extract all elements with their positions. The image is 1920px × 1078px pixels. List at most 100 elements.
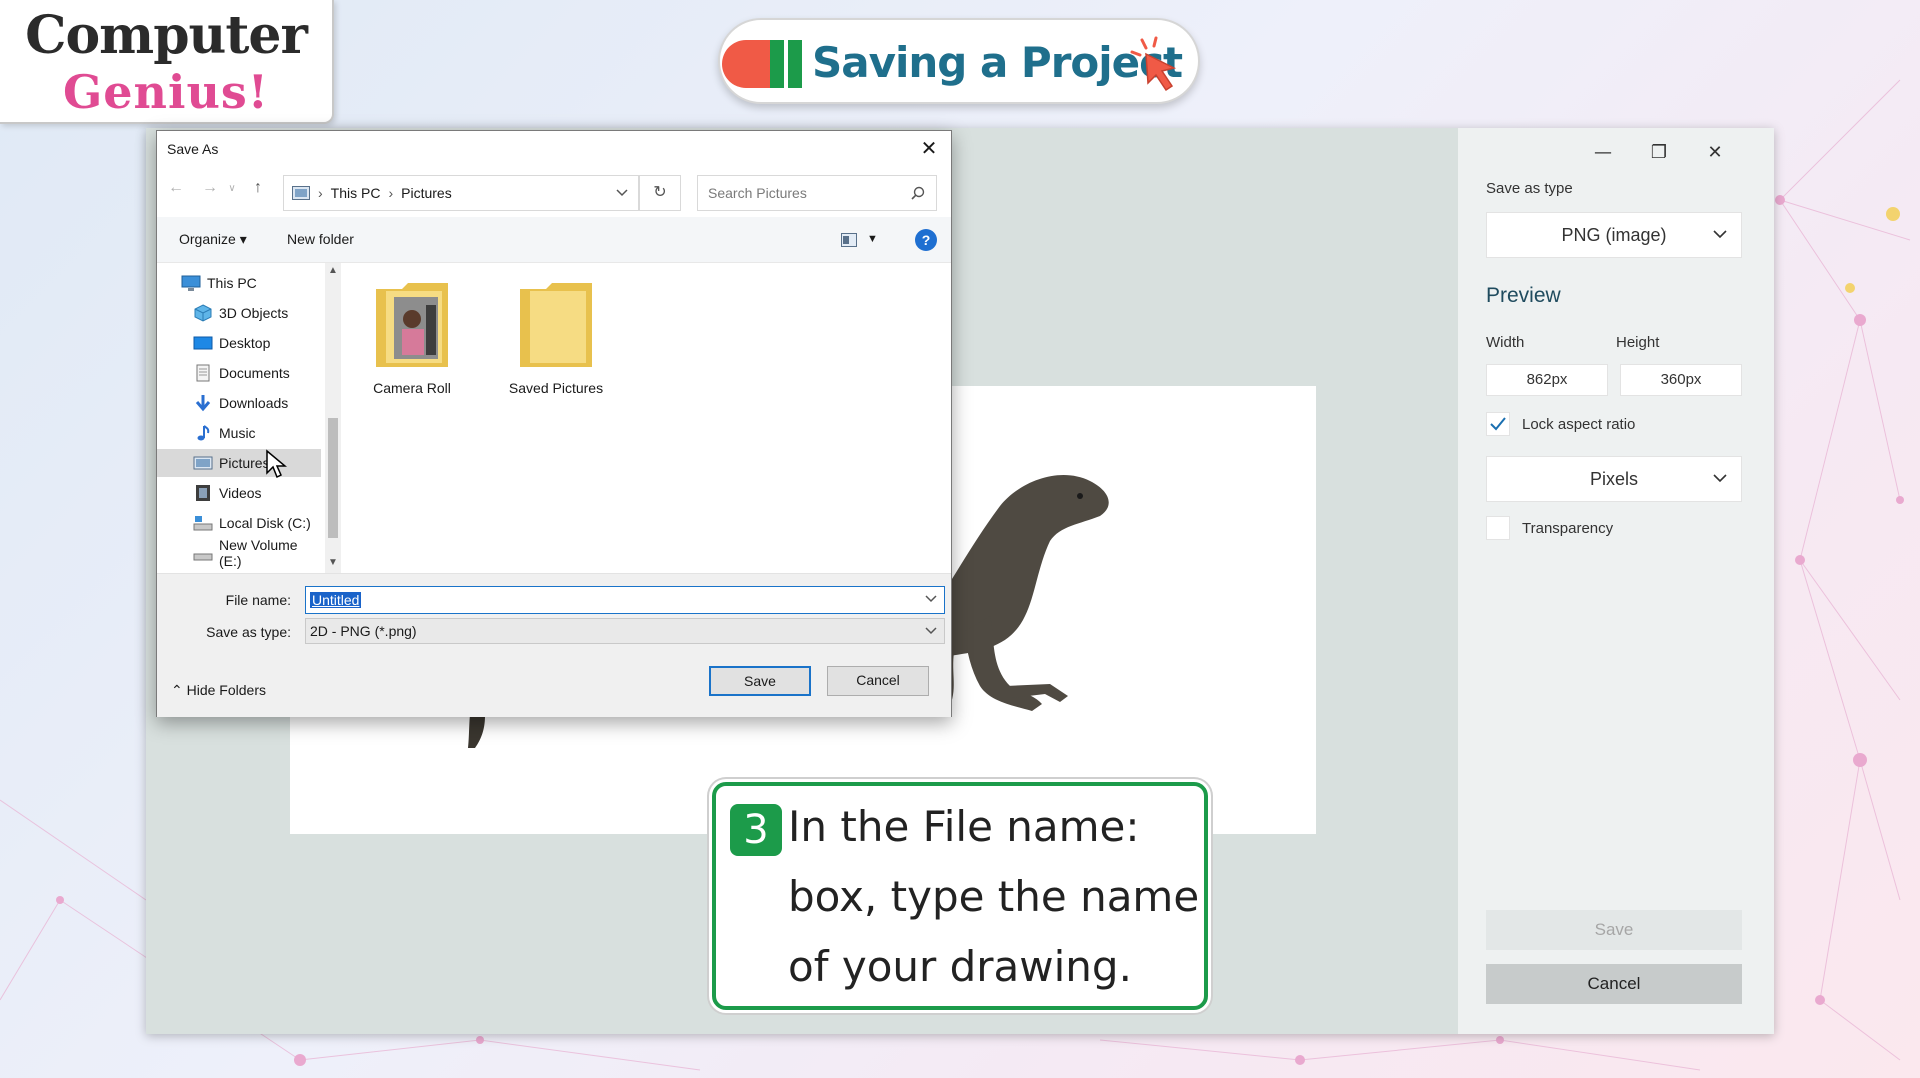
help-icon[interactable]: ? xyxy=(915,229,937,251)
view-options-icon[interactable] xyxy=(841,233,857,247)
transparency-checkbox[interactable] xyxy=(1486,516,1510,540)
back-arrow-icon[interactable]: ← xyxy=(165,179,187,197)
mouse-pointer-icon xyxy=(266,449,287,479)
step-number-badge: 3 xyxy=(730,804,782,856)
file-name-label: File name: xyxy=(225,592,291,608)
panel-cancel-button[interactable]: Cancel xyxy=(1486,964,1742,1004)
hide-folders-toggle[interactable]: ⌃ Hide Folders xyxy=(171,682,266,699)
nav-item-new-volume-e[interactable]: New Volume (E:) xyxy=(157,537,321,569)
nav-label: Pictures xyxy=(219,455,270,471)
organize-button[interactable]: Organize ▾ xyxy=(179,231,247,248)
file-item-saved-pictures[interactable]: Saved Pictures xyxy=(491,271,621,396)
restore-button[interactable]: ❐ xyxy=(1644,138,1674,168)
callout-line-1: In the File name: xyxy=(788,802,1140,851)
scroll-down-icon[interactable]: ▼ xyxy=(328,557,338,568)
save-options-area: File name: Untitled Save as type: 2D - P… xyxy=(157,573,951,717)
save-type-dropdown[interactable]: 2D - PNG (*.png) xyxy=(305,618,945,644)
units-value: Pixels xyxy=(1589,469,1638,489)
computer-genius-logo: Computer Genius! xyxy=(0,0,334,124)
desktop-icon xyxy=(193,336,213,350)
file-label: Saved Pictures xyxy=(508,380,604,396)
address-bar[interactable]: › This PC › Pictures xyxy=(283,175,639,211)
video-icon xyxy=(196,485,210,501)
transparency-label: Transparency xyxy=(1522,520,1614,537)
search-icon[interactable] xyxy=(911,186,925,200)
width-label: Width xyxy=(1486,334,1525,351)
minimize-button[interactable]: — xyxy=(1588,138,1618,168)
dialog-save-button[interactable]: Save xyxy=(709,666,811,696)
nav-item-pictures[interactable]: Pictures xyxy=(157,449,321,477)
nav-label: Music xyxy=(219,425,256,441)
scrollbar-thumb[interactable] xyxy=(328,418,338,538)
refresh-icon[interactable]: ↻ xyxy=(639,175,681,211)
dialog-title: Save As xyxy=(167,141,219,157)
organize-label: Organize xyxy=(179,231,236,247)
save-as-type-dropdown[interactable]: PNG (image) xyxy=(1486,212,1742,258)
file-item-camera-roll[interactable]: Camera Roll xyxy=(347,271,477,396)
dialog-toolbar: Organize ▾ New folder ▼ ? xyxy=(157,217,951,263)
file-name-value: Untitled xyxy=(310,592,362,608)
hide-folders-label: Hide Folders xyxy=(186,682,266,698)
document-icon xyxy=(196,364,210,382)
breadcrumb-separator-icon: › xyxy=(388,185,394,201)
music-icon xyxy=(197,425,210,441)
nav-item-downloads[interactable]: Downloads xyxy=(157,389,321,417)
pictures-icon xyxy=(292,186,310,200)
nav-item-music[interactable]: Music xyxy=(157,419,321,447)
nav-item-documents[interactable]: Documents xyxy=(157,359,321,387)
instruction-callout: 3 In the File name: box, type the name o… xyxy=(712,782,1208,1010)
new-folder-button[interactable]: New folder xyxy=(287,231,354,247)
photo-folder-icon xyxy=(376,283,448,367)
window-close-button[interactable]: ✕ xyxy=(1700,138,1730,168)
nav-label: 3D Objects xyxy=(219,305,289,321)
lock-aspect-checkbox[interactable] xyxy=(1486,412,1510,436)
nav-label: Videos xyxy=(219,485,262,501)
lesson-title-banner: Saving a Project xyxy=(718,18,1200,104)
preview-heading: Preview xyxy=(1486,284,1561,307)
nav-label: Desktop xyxy=(219,335,271,351)
up-arrow-icon[interactable]: ↑ xyxy=(247,179,269,197)
chevron-down-icon[interactable] xyxy=(924,591,938,605)
scroll-up-icon[interactable]: ▲ xyxy=(328,265,338,276)
view-dropdown-chevron-icon[interactable]: ▼ xyxy=(867,233,878,245)
nav-pane-scrollbar[interactable]: ▲ ▼ xyxy=(325,263,341,573)
export-settings-panel: — ❐ ✕ Save as type PNG (image) Preview W… xyxy=(1458,128,1774,1034)
dialog-cancel-button[interactable]: Cancel xyxy=(827,666,929,696)
search-input[interactable]: Search Pictures xyxy=(697,175,937,211)
cube-icon xyxy=(194,304,212,322)
download-icon xyxy=(195,395,211,412)
nav-item-3d-objects[interactable]: 3D Objects xyxy=(157,299,321,327)
checkmark-icon xyxy=(1490,417,1506,431)
file-name-input[interactable]: Untitled xyxy=(305,586,945,614)
width-input[interactable]: 862px xyxy=(1486,364,1608,396)
file-list: Camera Roll Saved Pictures xyxy=(347,271,947,571)
nav-item-local-disk-c[interactable]: Local Disk (C:) xyxy=(157,509,321,537)
title-bar-red xyxy=(722,40,770,88)
height-label: Height xyxy=(1616,334,1660,351)
save-type-value: 2D - PNG (*.png) xyxy=(310,623,417,639)
nav-label: Local Disk (C:) xyxy=(219,515,311,531)
units-dropdown[interactable]: Pixels xyxy=(1486,456,1742,502)
panel-save-button[interactable]: Save xyxy=(1486,910,1742,950)
breadcrumb-pictures[interactable]: Pictures xyxy=(401,185,452,201)
recent-locations-chevron-icon[interactable]: ∨ xyxy=(221,183,243,194)
chevron-down-icon xyxy=(1713,474,1727,483)
forward-arrow-icon[interactable]: → xyxy=(199,179,221,197)
title-bar-green-2 xyxy=(788,40,802,88)
nav-item-videos[interactable]: Videos xyxy=(157,479,321,507)
computer-icon xyxy=(181,275,201,291)
click-cursor-icon xyxy=(1130,36,1177,92)
chevron-up-icon: ⌃ xyxy=(171,682,183,698)
height-input[interactable]: 360px xyxy=(1620,364,1742,396)
folder-icon xyxy=(520,283,592,367)
chevron-down-icon xyxy=(925,627,937,635)
title-bar-green-1 xyxy=(770,40,784,88)
lock-aspect-label: Lock aspect ratio xyxy=(1522,416,1636,433)
nav-item-desktop[interactable]: Desktop xyxy=(157,329,321,357)
nav-item-this-pc[interactable]: This PC xyxy=(157,269,321,297)
nav-label: New Volume (E:) xyxy=(219,537,298,569)
callout-line-2: box, type the name xyxy=(788,872,1200,921)
dialog-close-button[interactable]: ✕ xyxy=(915,135,943,163)
breadcrumb-this-pc[interactable]: This PC xyxy=(331,185,381,201)
drive-icon xyxy=(193,553,213,561)
